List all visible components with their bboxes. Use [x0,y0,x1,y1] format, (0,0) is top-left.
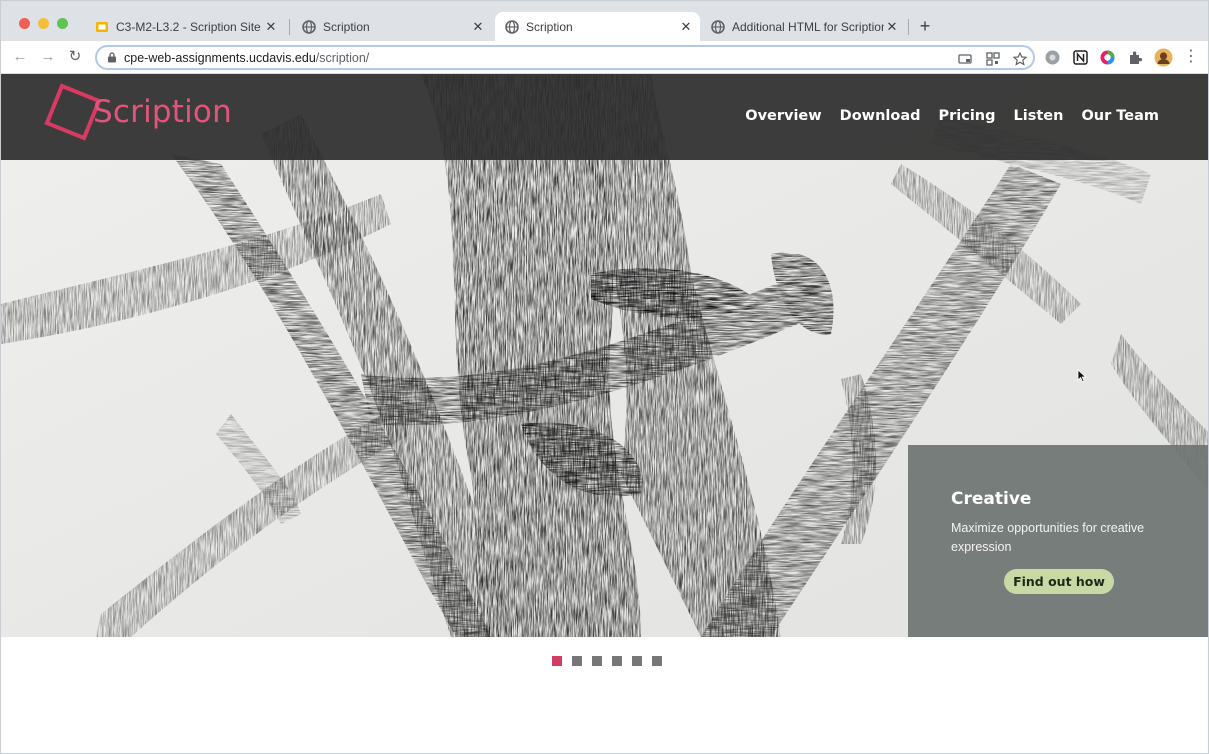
url-path: /scription/ [315,51,370,65]
tab-close-button[interactable]: ✕ [884,19,900,35]
url-text: cpe-web-assignments.ucdavis.edu/scriptio… [124,51,369,65]
zoom-window-button[interactable] [57,18,68,29]
tab-title: Scription [526,19,573,34]
slide-title: Creative [951,489,1032,509]
carousel-dot-1[interactable] [552,656,562,666]
nav-our-team[interactable]: Our Team [1081,108,1159,124]
tab-close-button[interactable]: ✕ [678,19,694,35]
profile-avatar-icon[interactable] [1154,48,1173,67]
nav-listen[interactable]: Listen [1014,108,1064,124]
tab-separator [908,19,909,35]
mouse-cursor-icon [1077,369,1087,383]
main-nav: Overview Download Pricing Listen Our Tea… [745,108,1159,124]
nav-download[interactable]: Download [840,108,921,124]
hero-carousel: Scription Overview Download Pricing List… [1,74,1208,637]
browser-toolbar: ← → ↻ cpe-web-assignments.ucdavis.edu/sc… [1,41,1208,74]
lock-icon [108,52,116,63]
extensions-puzzle-icon[interactable] [1127,49,1144,66]
cast-icon[interactable] [958,52,972,66]
tab-strip: C3-M2-L3.2 - Scription Site - ✕ Scriptio… [1,1,1208,41]
close-window-button[interactable] [19,18,30,29]
minimize-window-button[interactable] [38,18,49,29]
url-domain: cpe-web-assignments.ucdavis.edu [124,51,316,65]
notion-icon[interactable] [1072,49,1089,66]
carousel-dot-6[interactable] [652,656,662,666]
browser-menu-button[interactable]: ⋮ [1182,48,1200,66]
scription-logo[interactable]: Scription [43,83,243,154]
tab-close-button[interactable]: ✕ [263,19,279,35]
tab-close-button[interactable]: ✕ [470,19,486,35]
reload-button[interactable]: ↻ [66,48,84,66]
tab-scription-active[interactable]: Scription ✕ [495,12,700,41]
qr-code-icon[interactable] [986,52,1000,66]
tab-separator [289,19,290,35]
address-bar[interactable]: cpe-web-assignments.ucdavis.edu/scriptio… [95,45,1035,70]
tab-slides[interactable]: C3-M2-L3.2 - Scription Site - ✕ [85,12,285,41]
slides-icon [96,21,108,32]
find-out-how-button[interactable]: Find out how [1004,569,1114,594]
tab-title: C3-M2-L3.2 - Scription Site - [116,19,263,34]
back-button[interactable]: ← [11,48,29,66]
tab-title: Scription [323,19,370,34]
scription-website: Scription Overview Download Pricing List… [1,74,1208,753]
extension-globe-icon[interactable] [1044,49,1061,66]
tab-title: Additional HTML for Scription [732,19,884,34]
carousel-dot-2[interactable] [572,656,582,666]
nav-pricing[interactable]: Pricing [938,108,995,124]
globe-icon [711,19,725,34]
carousel-dot-4[interactable] [612,656,622,666]
globe-icon [302,19,316,34]
nav-overview[interactable]: Overview [745,108,821,124]
site-header: Scription Overview Download Pricing List… [1,74,1208,160]
carousel-dot-5[interactable] [632,656,642,666]
tab-scription-1[interactable]: Scription ✕ [292,12,492,41]
carousel-dot-3[interactable] [592,656,602,666]
carousel-indicators [552,656,662,666]
globe-icon [505,19,519,34]
bookmark-star-icon[interactable] [1013,52,1027,66]
slide-caption: Creative Maximize opportunities for crea… [908,445,1208,637]
browser-window: C3-M2-L3.2 - Scription Site - ✕ Scriptio… [0,0,1209,754]
forward-button[interactable]: → [39,48,57,66]
logo-text: Scription [93,94,232,130]
color-picker-icon[interactable] [1099,49,1116,66]
new-tab-button[interactable]: + [915,15,935,37]
slide-text: Maximize opportunities for creative expr… [951,521,1145,554]
tab-additional-html[interactable]: Additional HTML for Scription ✕ [701,12,906,41]
